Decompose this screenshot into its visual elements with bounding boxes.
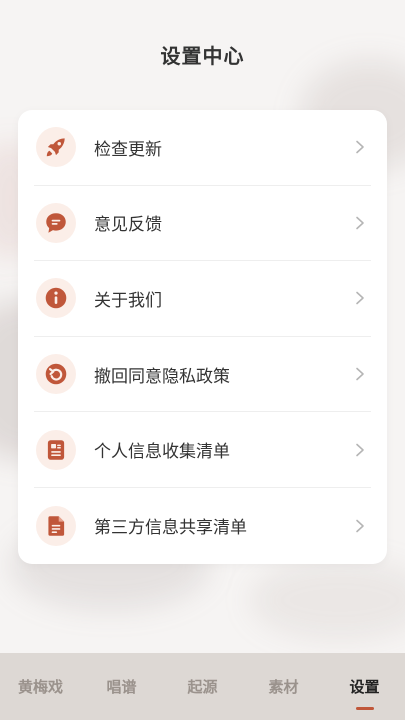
menu-item-label: 个人信息收集清单 [94, 442, 230, 463]
bottom-tab-bar: 黄梅戏 唱谱 起源 素材 设置 [0, 653, 405, 720]
chevron-right-icon [356, 140, 364, 154]
chat-bubble-icon [36, 202, 76, 243]
menu-item-withdraw-privacy-consent[interactable]: 撤回同意隐私政策 [34, 337, 371, 413]
chevron-right-icon [356, 367, 364, 381]
rocket-icon [36, 127, 76, 168]
tab-label: 黄梅戏 [17, 678, 63, 696]
menu-item-feedback[interactable]: 意见反馈 [34, 186, 371, 262]
tab-huangmeixi[interactable]: 黄梅戏 [0, 653, 81, 720]
info-icon [36, 278, 76, 319]
chevron-right-icon [356, 519, 364, 533]
menu-item-about-us[interactable]: 关于我们 [34, 261, 371, 337]
menu-item-label: 检查更新 [94, 139, 162, 160]
menu-item-third-party-sharing-list[interactable]: 第三方信息共享清单 [34, 488, 371, 564]
tab-sucai[interactable]: 素材 [243, 653, 324, 720]
undo-icon [36, 354, 76, 395]
menu-item-label: 意见反馈 [94, 215, 162, 236]
tab-qiyuan[interactable]: 起源 [162, 653, 243, 720]
active-tab-indicator [355, 707, 374, 710]
tab-label: 素材 [268, 678, 299, 696]
tab-label: 唱谱 [106, 678, 137, 696]
tab-label: 起源 [187, 678, 218, 696]
tab-changpu[interactable]: 唱谱 [81, 653, 162, 720]
tab-label: 设置 [349, 678, 380, 696]
list-doc-icon [36, 429, 76, 470]
menu-item-label: 第三方信息共享清单 [94, 518, 247, 539]
document-icon [36, 505, 76, 546]
settings-menu-card: 检查更新 意见反馈 关于我们 撤回同意隐私政策 个人信息收集清单 第三方信息共享… [18, 110, 387, 564]
page-title: 设置中心 [160, 44, 245, 68]
menu-item-personal-info-list[interactable]: 个人信息收集清单 [34, 412, 371, 488]
menu-item-label: 撤回同意隐私政策 [94, 366, 230, 387]
chevron-right-icon [356, 443, 364, 456]
menu-item-label: 关于我们 [94, 290, 162, 311]
chevron-right-icon [356, 216, 364, 230]
tab-settings[interactable]: 设置 [324, 653, 405, 720]
chevron-right-icon [356, 292, 364, 305]
menu-item-check-update[interactable]: 检查更新 [34, 110, 371, 186]
